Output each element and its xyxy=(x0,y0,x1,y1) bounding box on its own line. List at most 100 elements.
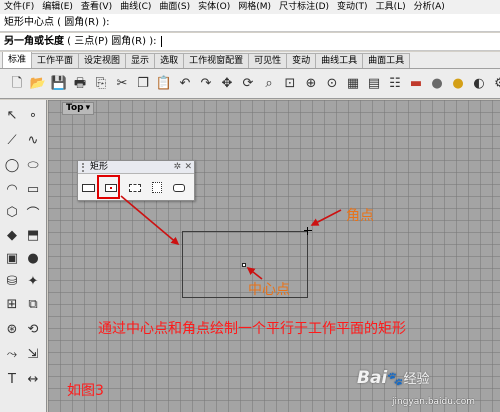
menu-edit[interactable]: 编辑(E) xyxy=(38,0,77,14)
corner-label: 角点 xyxy=(346,208,374,224)
menu-view[interactable]: 查看(V) xyxy=(77,0,116,14)
shade-icon[interactable]: ◐ xyxy=(470,75,488,93)
menu-file[interactable]: 文件(F) xyxy=(0,0,38,14)
surface-icon[interactable]: ◆ xyxy=(3,226,21,244)
extrude-icon[interactable]: ⬒ xyxy=(24,226,42,244)
rectangle-vertical-icon[interactable] xyxy=(148,179,165,196)
watermark-url: jingyan.baidu.com xyxy=(392,397,476,407)
save-icon[interactable]: 💾 xyxy=(50,75,68,93)
zoom-extents-icon[interactable]: ⊕ xyxy=(302,75,320,93)
menu-tools[interactable]: 工具(L) xyxy=(372,0,410,14)
properties-icon[interactable]: ☷ xyxy=(386,75,404,93)
arc-icon[interactable]: ◠ xyxy=(3,180,21,198)
circle-icon[interactable]: ◯ xyxy=(3,156,21,174)
polyline-icon[interactable]: ⟋ xyxy=(3,131,21,149)
boolean-icon[interactable]: ✦ xyxy=(24,272,42,290)
tab-transform[interactable]: 变动 xyxy=(286,53,317,68)
polygon-icon[interactable]: ⬡ xyxy=(3,203,21,221)
options-icon[interactable]: ⚙ xyxy=(491,75,500,93)
undo-icon[interactable]: ↶ xyxy=(176,75,194,93)
command-history-line: 矩形中心点 ( 圆角(R) ): xyxy=(0,14,500,32)
tab-viewport-layout[interactable]: 工作视窗配置 xyxy=(183,53,250,68)
command-prompt-options[interactable]: ( 三点(P) 圆角(R) ): xyxy=(64,36,160,47)
gear-icon[interactable]: ✲ xyxy=(173,161,181,173)
corner-point-cursor xyxy=(304,227,312,235)
layers-icon[interactable]: ▤ xyxy=(365,75,383,93)
menu-bar: 文件(F) 编辑(E) 查看(V) 曲线(C) 曲面(S) 实体(O) 网格(M… xyxy=(0,0,500,14)
command-history-text: 矩形中心点 ( 圆角(R) ): xyxy=(4,17,110,28)
left-toolbar: ↖ ∘ ⟋ ∿ ◯ ⬭ ◠ ▭ ⬡ ⌒ ◆ ⬒ ▣ ● ⛁ ✦ ⊞ ⧉ ⊛ ⟲ … xyxy=(0,100,47,412)
tab-visibility[interactable]: 可见性 xyxy=(248,53,288,68)
command-prompt[interactable]: 另一角或长度 ( 三点(P) 圆角(R) ): xyxy=(0,33,500,51)
center-label: 中心点 xyxy=(248,282,290,298)
chevron-down-icon[interactable]: ▾ xyxy=(86,103,91,114)
tab-set-view[interactable]: 设定视图 xyxy=(78,53,127,68)
tab-display[interactable]: 显示 xyxy=(125,53,156,68)
scale-icon[interactable]: ⇲ xyxy=(24,345,42,363)
zoom-window-icon[interactable]: ⊡ xyxy=(281,75,299,93)
bend-icon[interactable]: ⤳ xyxy=(3,345,21,363)
point-icon[interactable]: ∘ xyxy=(24,106,42,124)
mesh-icon[interactable]: ⊞ xyxy=(3,295,21,313)
import-icon[interactable]: ⎘ xyxy=(92,75,110,93)
close-icon[interactable]: ✕ xyxy=(184,161,192,173)
toolbar-tabs: 标准 工作平面 设定视图 显示 选取 工作视窗配置 可见性 变动 曲线工具 曲面… xyxy=(0,52,500,69)
bulb-icon[interactable]: ● xyxy=(449,75,467,93)
text-icon[interactable]: T xyxy=(3,370,21,388)
viewport-name: Top xyxy=(66,103,84,113)
select-icon[interactable]: ↖ xyxy=(3,106,21,124)
grip-icon[interactable] xyxy=(82,162,87,172)
redo-icon[interactable]: ↷ xyxy=(197,75,215,93)
rectangle-corner-icon[interactable] xyxy=(80,179,97,196)
zoom-selected-icon[interactable]: ⊙ xyxy=(323,75,341,93)
rectangle-icon[interactable]: ▭ xyxy=(24,180,42,198)
text-caret xyxy=(160,35,162,47)
rotate-view-icon[interactable]: ⟳ xyxy=(239,75,257,93)
caption-text: 通过中心点和角点绘制一个平行于工作平面的矩形 xyxy=(98,321,406,337)
figure-number: 如图3 xyxy=(67,383,104,399)
dimension-icon[interactable]: ↔ xyxy=(24,370,42,388)
box-icon[interactable]: ▣ xyxy=(3,249,21,267)
paste-icon[interactable]: 📋 xyxy=(155,75,173,93)
tab-standard[interactable]: 标准 xyxy=(2,52,33,68)
rectangle-palette: 矩形 ✲ ✕ xyxy=(77,160,195,201)
grid-icon[interactable]: ▦ xyxy=(344,75,362,93)
menu-mesh[interactable]: 网格(M) xyxy=(234,0,275,14)
open-folder-icon[interactable]: 📂 xyxy=(29,75,47,93)
car-render-icon[interactable]: ▬ xyxy=(407,75,425,93)
tab-curve-tools[interactable]: 曲线工具 xyxy=(315,53,364,68)
tab-surface-tools[interactable]: 曲面工具 xyxy=(362,53,411,68)
menu-dimension[interactable]: 尺寸标注(D) xyxy=(275,0,333,14)
rounded-rectangle-icon[interactable] xyxy=(170,179,187,196)
sphere-render-icon[interactable]: ● xyxy=(428,75,446,93)
cylinder-icon[interactable]: ⛁ xyxy=(3,272,21,290)
command-prompt-label: 另一角或长度 xyxy=(4,36,64,47)
pan-icon[interactable]: ✥ xyxy=(218,75,236,93)
menu-surface[interactable]: 曲面(S) xyxy=(155,0,194,14)
sphere-icon[interactable]: ● xyxy=(24,249,42,267)
menu-analyze[interactable]: 分析(A) xyxy=(410,0,449,14)
print-icon[interactable]: 🖶 xyxy=(71,75,89,93)
rectangle-3point-icon[interactable] xyxy=(126,179,143,196)
menu-transform[interactable]: 变动(T) xyxy=(333,0,372,14)
tab-cplanes[interactable]: 工作平面 xyxy=(31,53,80,68)
watermark-brand-left: Bai xyxy=(357,368,388,388)
viewport-title[interactable]: Top ▾ xyxy=(62,102,95,115)
tab-select[interactable]: 选取 xyxy=(154,53,185,68)
copy-icon[interactable]: ❐ xyxy=(134,75,152,93)
rotate-icon[interactable]: ⟲ xyxy=(24,320,42,338)
fillet-curve-icon[interactable]: ⌒ xyxy=(24,203,42,222)
curve-icon[interactable]: ∿ xyxy=(24,131,42,149)
new-file-icon[interactable]: 🗋 xyxy=(8,75,26,93)
explode-icon[interactable]: ⧉ xyxy=(24,295,42,313)
menu-solid[interactable]: 实体(O) xyxy=(194,0,234,14)
move-icon[interactable]: ⊛ xyxy=(3,320,21,338)
baidu-watermark: Bai🐾经验 xyxy=(357,368,429,388)
paw-icon: 🐾 xyxy=(387,372,404,387)
center-point-marker xyxy=(242,263,246,267)
zoom-icon[interactable]: ⌕ xyxy=(260,75,278,93)
cut-icon[interactable]: ✂ xyxy=(113,75,131,93)
menu-curve[interactable]: 曲线(C) xyxy=(116,0,155,14)
ellipse-icon[interactable]: ⬭ xyxy=(24,156,42,174)
watermark-brand-right: 经验 xyxy=(403,372,430,387)
